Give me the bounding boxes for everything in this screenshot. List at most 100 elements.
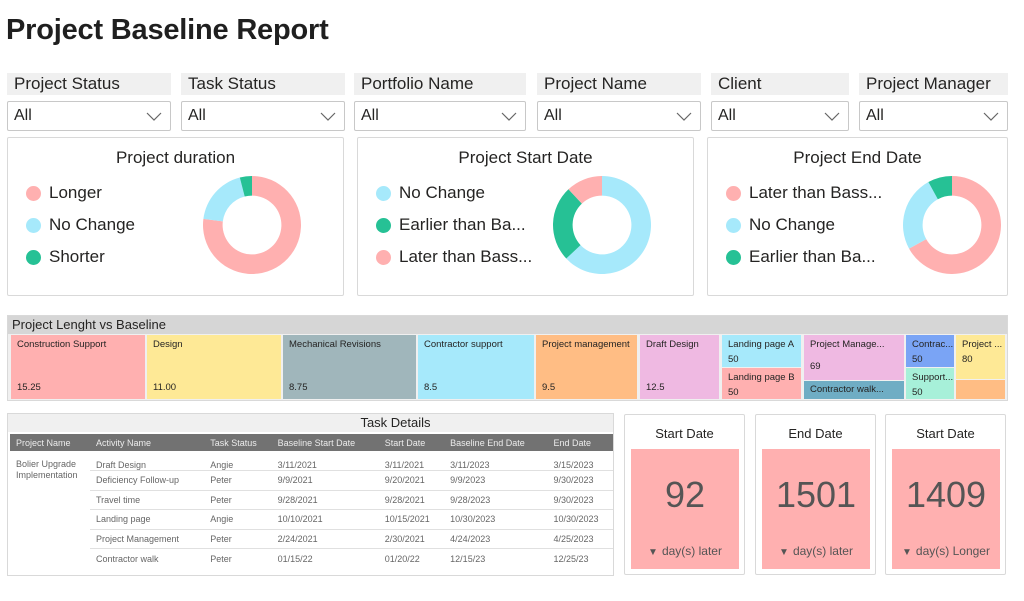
column-header[interactable]: Start Date xyxy=(378,434,445,451)
table-row[interactable]: Deficiency Follow-up Peter 9/9/2021 9/20/20… xyxy=(10,470,613,491)
treemap-tile[interactable]: Contrac... 50 xyxy=(906,335,954,367)
treemap-tile[interactable]: Project Manage... 69 xyxy=(804,335,904,380)
chart-title: Project duration xyxy=(115,148,236,167)
cell-status: Peter xyxy=(204,470,272,491)
treemap-tile-value: 50 xyxy=(728,387,739,398)
treemap-tile[interactable]: Contractor walk... xyxy=(804,381,904,399)
treemap-tile[interactable]: Mechanical Revisions 8.75 xyxy=(283,335,416,399)
cell-baseline-end: 9/28/2023 xyxy=(444,490,548,510)
kpi-body: 92 ▼ day(s) later xyxy=(631,449,739,569)
legend-dot xyxy=(726,249,741,265)
treemap-tile[interactable]: Draft Design 12.5 xyxy=(640,335,719,399)
column-header[interactable]: End Date xyxy=(547,434,613,451)
cell-end: 9/30/2023 xyxy=(547,470,613,491)
column-header[interactable]: Project Name xyxy=(10,434,90,451)
legend-item[interactable]: Shorter xyxy=(26,241,135,273)
legend-label: Earlier than Ba... xyxy=(399,215,526,234)
chevron-down-icon xyxy=(146,112,162,121)
treemap-tile[interactable]: Construction Support 15.25 xyxy=(11,335,145,399)
legend-item[interactable]: Later than Bass... xyxy=(376,241,532,273)
column-header[interactable]: Activity Name xyxy=(90,434,205,451)
legend-item[interactable]: No Change xyxy=(376,177,532,209)
kpi-subtitle: ▼ day(s) Longer xyxy=(892,544,1000,558)
cell-status: Angie xyxy=(204,509,272,530)
triangle-down-icon: ▼ xyxy=(779,547,789,558)
task-details-table: Task Details Project Name Activity Name … xyxy=(7,413,614,576)
treemap-tile[interactable]: Landing page A 50 xyxy=(722,335,801,367)
column-header[interactable]: Task Status xyxy=(204,434,272,451)
table-row[interactable]: Project Management Peter 2/24/2021 2/30/202… xyxy=(10,529,613,549)
kpi-duration-card: Start Date 1409 ▼ day(s) Longer xyxy=(885,414,1006,575)
treemap-tile[interactable]: Design 11.00 xyxy=(147,335,281,399)
kpi-start-date-card: Start Date 92 ▼ day(s) later xyxy=(624,414,745,575)
filter-label: Project Manager xyxy=(859,73,1008,95)
legend-item[interactable]: Earlier than Ba... xyxy=(726,241,882,273)
page-title: Project Baseline Report xyxy=(6,14,329,46)
legend-item[interactable]: No Change xyxy=(26,209,135,241)
legend-dot xyxy=(26,217,41,233)
task-status-dropdown[interactable]: All xyxy=(181,101,345,131)
treemap-tile-value: 12.5 xyxy=(646,382,665,393)
cell-baseline-end: 4/24/2023 xyxy=(444,529,548,549)
treemap-tile[interactable]: Project management 9.5 xyxy=(536,335,637,399)
legend-label: Earlier than Ba... xyxy=(749,247,876,266)
legend-item[interactable]: No Change xyxy=(726,209,882,241)
treemap-tile-value: 8.5 xyxy=(424,382,438,393)
kpi-value: 1501 xyxy=(775,474,857,515)
table-row[interactable]: Bolier Upgrade Implementation Draft Desig… xyxy=(10,451,613,480)
treemap-tile-label: Draft Design xyxy=(646,339,699,350)
treemap-tile-label: Contractor walk... xyxy=(810,384,884,395)
chevron-down-icon xyxy=(501,112,517,121)
dropdown-value: All xyxy=(544,107,562,124)
treemap-tile-label: Design xyxy=(153,339,183,350)
legend-item[interactable]: Longer xyxy=(26,177,135,209)
donut-slice-no-change[interactable] xyxy=(203,177,245,222)
project-end-date-card: Project End Date Later than Bass... No C… xyxy=(707,137,1008,296)
dropdown-value: All xyxy=(361,107,379,124)
cell-start: 9/28/2021 xyxy=(378,490,445,510)
treemap-tile-value: 50 xyxy=(728,354,739,365)
column-header[interactable]: Baseline End Date xyxy=(444,434,548,451)
kpi-subtitle: ▼ day(s) later xyxy=(762,544,870,558)
treemap-tile-label: Contractor support xyxy=(424,339,503,350)
table-row[interactable]: Landing page Angie 10/10/2021 10/15/2021 10/… xyxy=(10,509,613,530)
filter-client: Client All xyxy=(711,73,849,131)
treemap-tile[interactable]: Landing page B 50 xyxy=(722,368,801,399)
cell-start: 2/30/2021 xyxy=(378,529,445,549)
kpi-end-date-card: End Date 1501 ▼ day(s) later xyxy=(755,414,876,575)
cell-status: Angie xyxy=(204,451,272,471)
treemap-tile-label: Construction Support xyxy=(17,339,107,350)
cell-baseline-start: 10/10/2021 xyxy=(271,509,379,530)
table-title: Task Details xyxy=(8,414,613,432)
filter-label: Project Name xyxy=(537,73,701,95)
project-end-date-donut[interactable] xyxy=(903,176,1001,274)
client-dropdown[interactable]: All xyxy=(711,101,849,131)
treemap-tile-label: Landing page A xyxy=(728,339,795,350)
treemap-tile[interactable]: Project ... 80 xyxy=(956,335,1005,379)
treemap-tile[interactable] xyxy=(956,380,1005,399)
donut-slice-no-change[interactable] xyxy=(903,182,938,249)
chevron-down-icon xyxy=(983,112,999,121)
cell-end: 9/30/2023 xyxy=(547,490,613,510)
legend-item[interactable]: Earlier than Ba... xyxy=(376,209,532,241)
project-duration-donut[interactable] xyxy=(203,176,301,274)
portfolio-name-dropdown[interactable]: All xyxy=(354,101,526,131)
project-name-dropdown[interactable]: All xyxy=(537,101,701,131)
treemap-tile-label: Project ... xyxy=(962,339,1003,350)
chart-title: Project Start Date xyxy=(458,148,593,167)
treemap-tile-value: 50 xyxy=(912,354,923,365)
treemap-tile-label: Mechanical Revisions xyxy=(289,339,381,350)
filter-project-name: Project Name All xyxy=(537,73,701,131)
project-manager-dropdown[interactable]: All xyxy=(859,101,1008,131)
table-row[interactable]: Contractor walk Peter 01/15/22 01/20/22 12/1… xyxy=(10,549,613,569)
legend-item[interactable]: Later than Bass... xyxy=(726,177,882,209)
treemap-tile[interactable]: Support... 50 xyxy=(906,368,954,399)
treemap-tile[interactable]: Contractor support 8.5 xyxy=(418,335,534,399)
cell-baseline-start: 01/15/22 xyxy=(277,553,313,564)
column-header[interactable]: Baseline Start Date xyxy=(271,434,379,451)
table-row[interactable]: Travel time Peter 9/28/2021 9/28/2021 9/28/2… xyxy=(10,490,613,510)
kpi-subtitle: ▼ day(s) later xyxy=(631,544,739,558)
project-status-dropdown[interactable]: All xyxy=(7,101,171,131)
treemap-tile-label: Landing page B xyxy=(728,372,795,383)
project-start-date-donut[interactable] xyxy=(553,176,651,274)
